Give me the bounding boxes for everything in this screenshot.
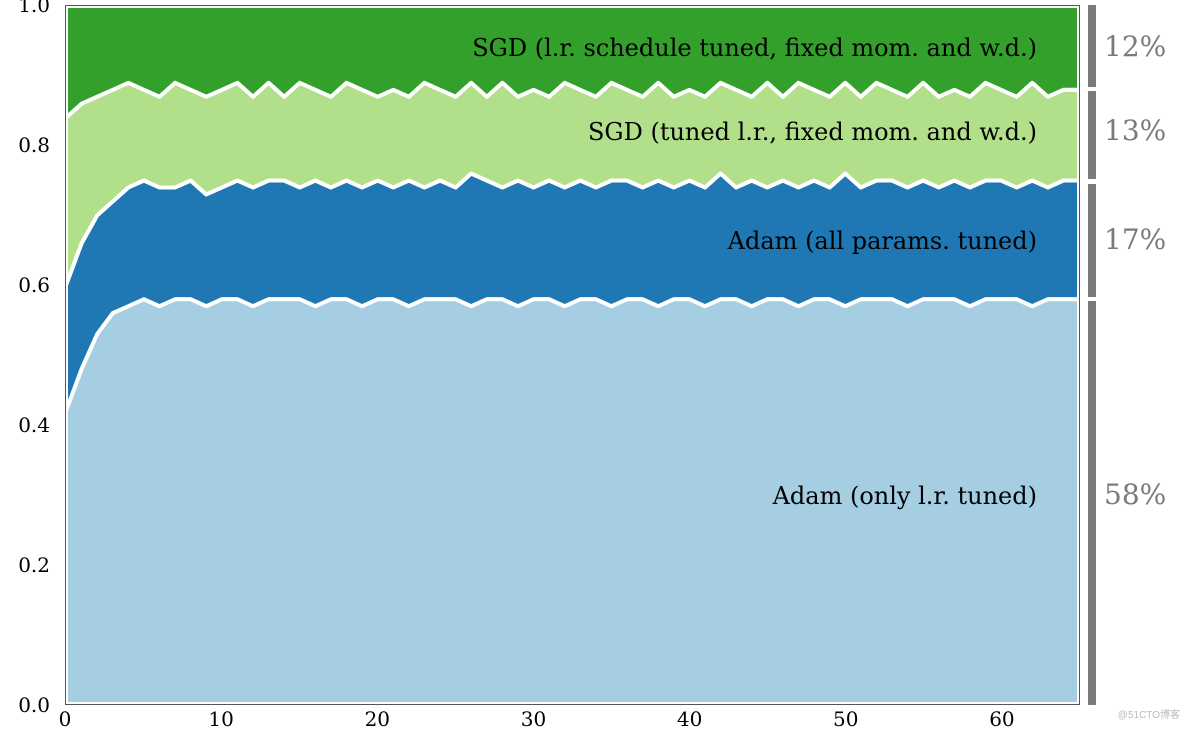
x-tick-label: 50 — [833, 707, 858, 731]
series-label-0: Adam (only l.r. tuned) — [773, 482, 1037, 510]
x-tick-label: 0 — [59, 707, 72, 731]
y-tick-label: 0.6 — [18, 273, 50, 297]
y-tick-label: 0.8 — [18, 133, 50, 157]
right-range-bar — [1088, 5, 1096, 87]
y-tick-label: 0.4 — [18, 413, 50, 437]
y-tick-label: 0.0 — [18, 693, 50, 717]
chart-frame: SGD (l.r. schedule tuned, fixed mom. and… — [65, 5, 1080, 705]
y-tick-label: 1.0 — [18, 0, 50, 17]
right-range-bar — [1088, 184, 1096, 297]
x-tick-label: 40 — [677, 707, 702, 731]
right-range-bar — [1088, 91, 1096, 179]
watermark-text: @51CTO博客 — [1118, 706, 1180, 721]
area-chart — [66, 6, 1079, 704]
y-axis-ticks: 0.00.20.40.60.81.0 — [0, 5, 60, 705]
series-label-3: SGD (l.r. schedule tuned, fixed mom. and… — [472, 34, 1037, 62]
x-tick-label: 30 — [521, 707, 546, 731]
x-tick-label: 20 — [365, 707, 390, 731]
x-tick-label: 10 — [208, 707, 233, 731]
y-tick-label: 0.2 — [18, 553, 50, 577]
right-range-bar — [1088, 301, 1096, 705]
right-percent-2: 13% — [1104, 114, 1166, 147]
x-tick-label: 60 — [989, 707, 1014, 731]
right-percent-1: 17% — [1104, 223, 1166, 256]
series-label-2: SGD (tuned l.r., fixed mom. and w.d.) — [588, 118, 1037, 146]
right-percent-0: 58% — [1104, 478, 1166, 511]
right-percent-3: 12% — [1104, 30, 1166, 63]
series-label-1: Adam (all params. tuned) — [728, 227, 1037, 255]
x-axis-ticks: 0102030405060 — [65, 705, 1080, 730]
